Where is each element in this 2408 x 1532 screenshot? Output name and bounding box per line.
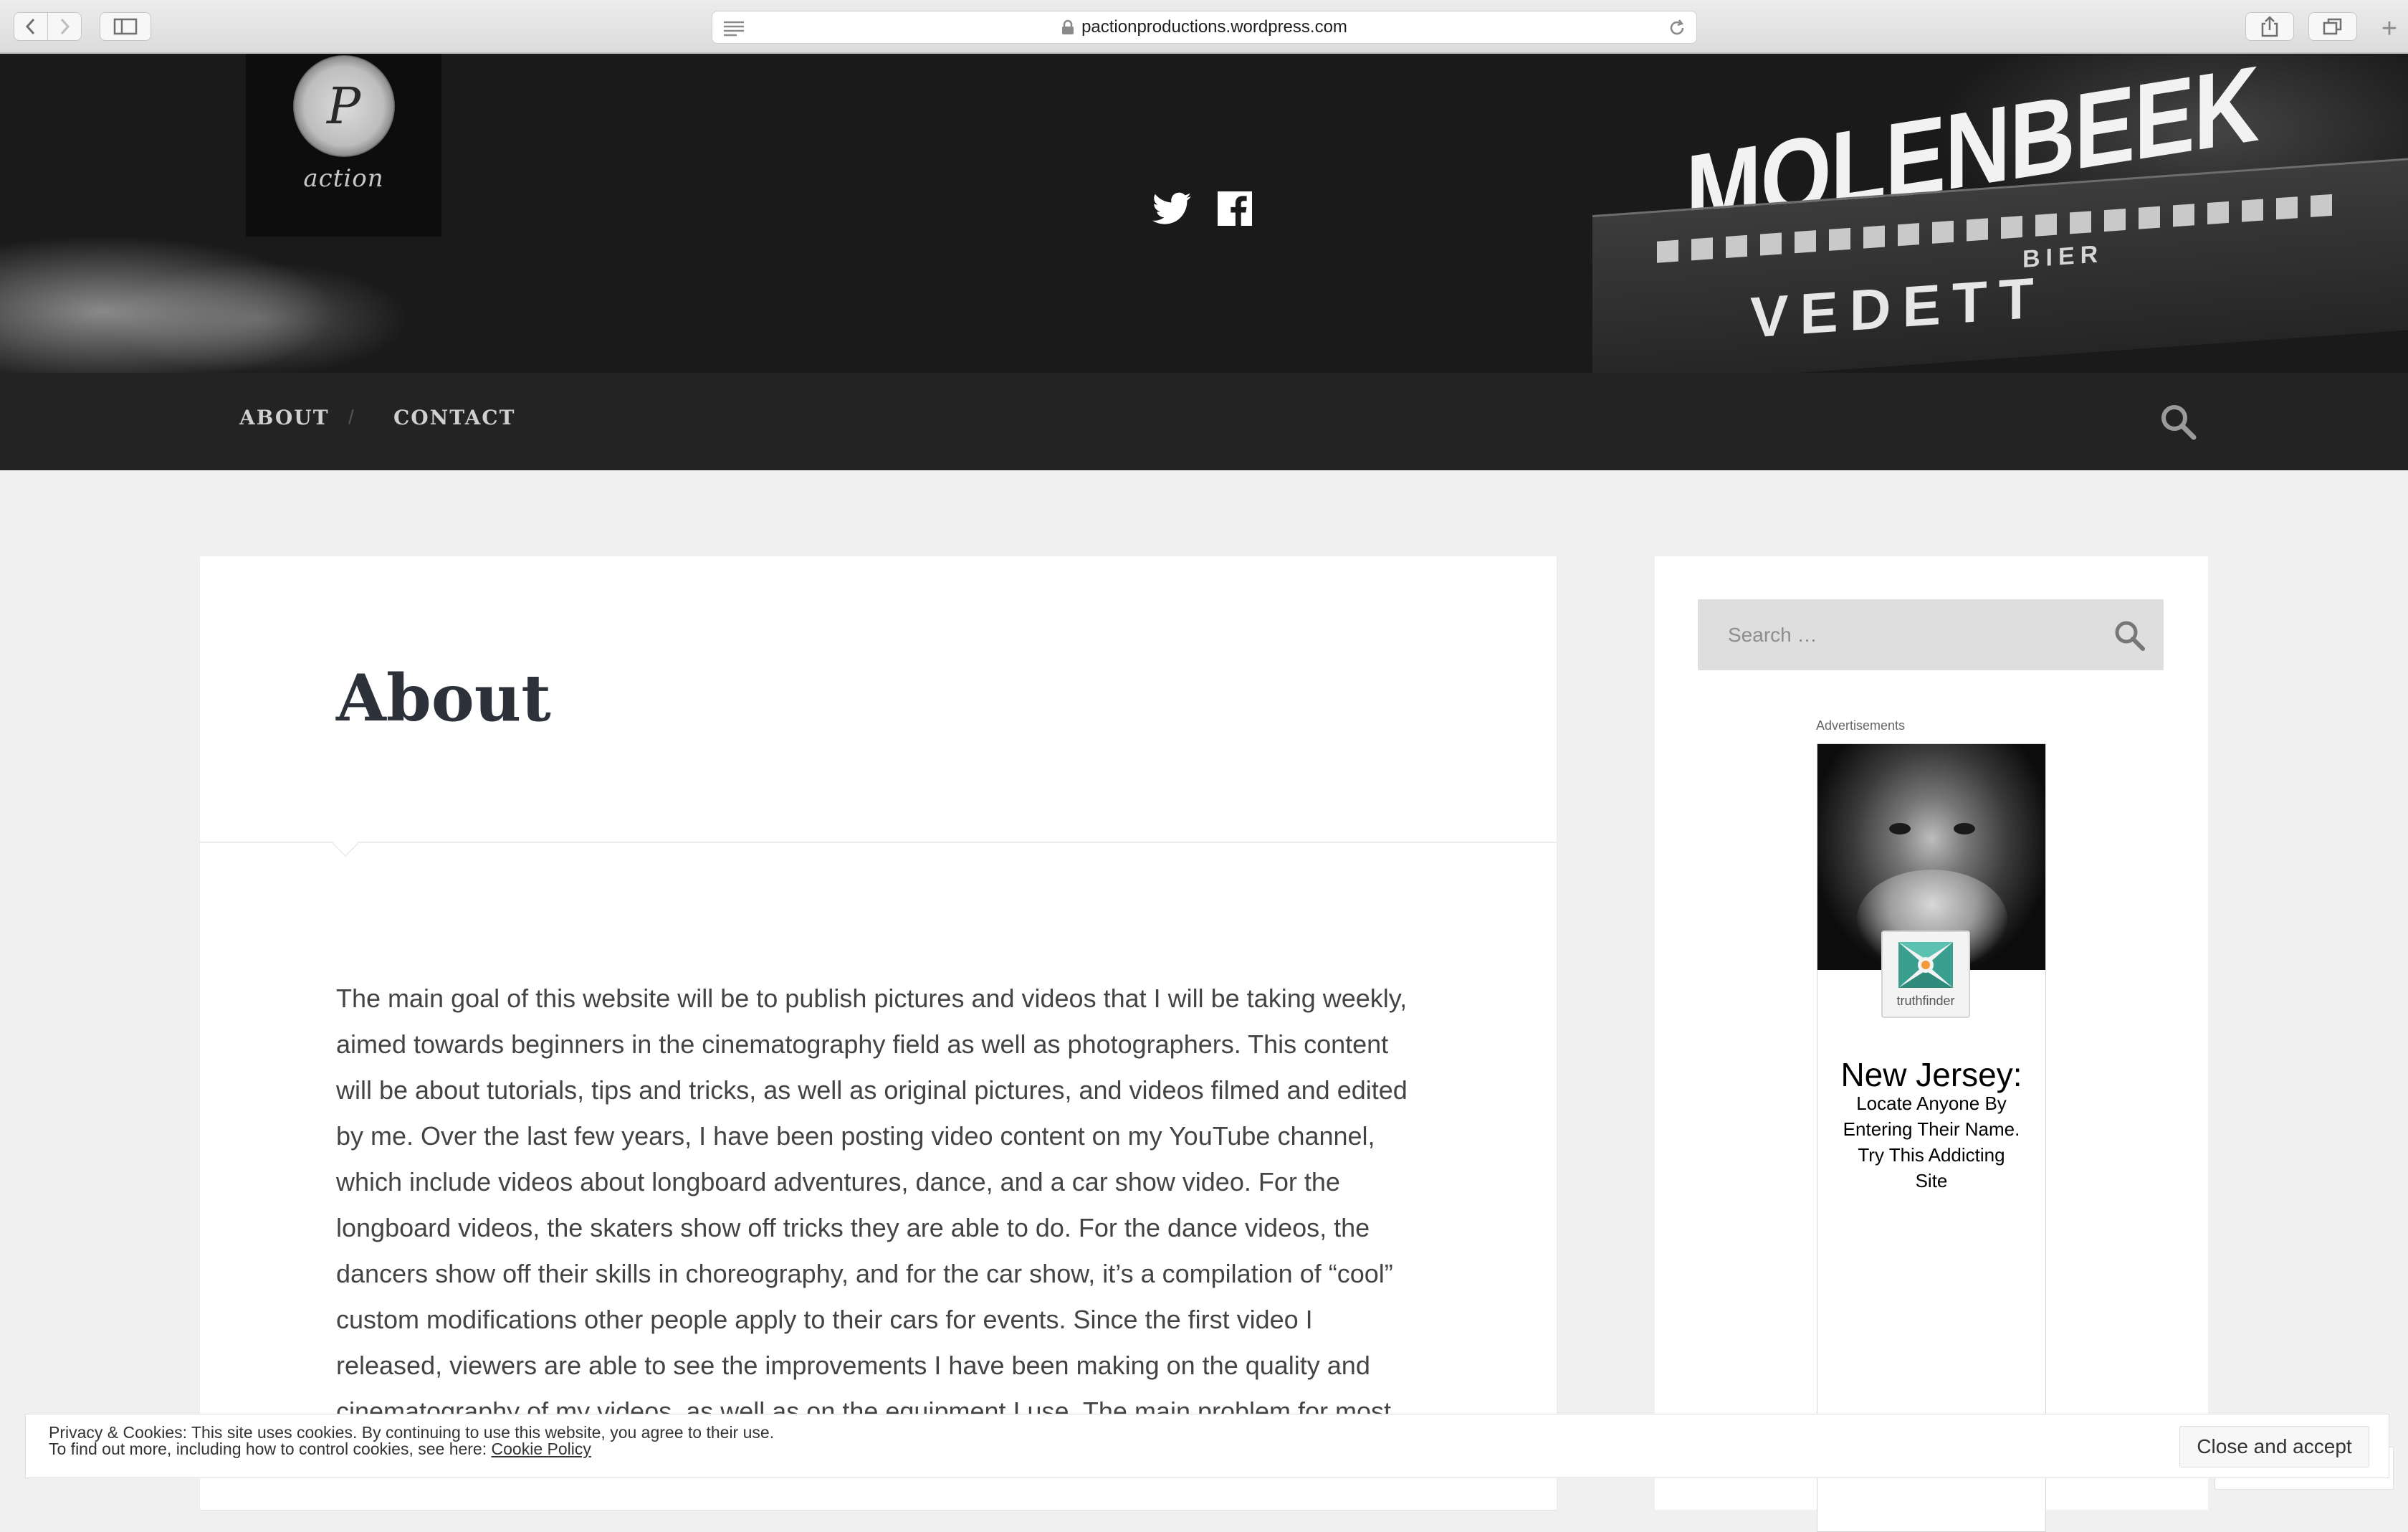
nav-item-contact[interactable]: CONTACT [393,406,515,429]
advertisements-label: Advertisements [1816,718,1906,733]
cookie-policy-link[interactable]: Cookie Policy [492,1440,591,1458]
address-bar[interactable]: pactionproductions.wordpress.com [712,11,1697,44]
cookie-text-more: To find out more, including how to contr… [49,1440,591,1459]
main-nav: ABOUT / CONTACT [0,373,2408,470]
sidebar-icon [113,18,138,35]
share-button[interactable] [2245,12,2294,41]
ad-heading: New Jersey: [1840,1056,2022,1093]
ad-body-line: Locate Anyone By [1856,1093,2007,1114]
chevron-left-icon [25,18,35,35]
logo-letter: P [326,77,361,135]
ad-body: Locate Anyone By Entering Their Name. Tr… [1832,1090,2031,1194]
tab-overview-button[interactable] [2308,12,2357,41]
sidebar-search [1698,599,2164,670]
ad-badge-text: truthfinder [1896,994,1955,1008]
building-windows [1657,194,2332,263]
logo-seal: P [292,55,395,157]
header-cloud [108,262,408,373]
url-text: pactionproductions.wordpress.com [1081,17,1347,37]
site-header: MOLENBEEK BIER VEDETT P action [0,54,2408,373]
sidebar: Advertisements truthfinder New Jersey: L… [1655,556,2208,1532]
share-icon [2261,16,2278,37]
divider [200,842,1557,843]
nav-separator: / [348,406,354,428]
truthfinder-logo-icon [1898,942,1953,988]
social-links [1152,191,1254,226]
browser-toolbar: pactionproductions.wordpress.com + [0,0,2408,54]
header-building-image: MOLENBEEK BIER VEDETT [1592,54,2408,373]
search-submit-icon[interactable] [2112,618,2146,652]
search-icon[interactable] [2158,401,2198,442]
divider-notch [332,830,359,857]
cookie-text-more-label: To find out more, including how to contr… [49,1440,487,1458]
article-card: About The main goal of this website will… [200,556,1557,1510]
logo-text: action [303,164,384,193]
ad-badge: truthfinder [1881,931,1970,1018]
show-sidebar-button[interactable] [100,12,151,41]
ad-body-line: Site [1915,1170,1948,1191]
vedett-sign: VEDETT [1750,265,2045,350]
chevron-right-icon [60,18,70,35]
address-text: pactionproductions.wordpress.com [712,11,1696,43]
ad-body-line: Entering Their Name. [1843,1118,2020,1140]
ad-photo-eyes [1889,823,1975,840]
article-body: The main goal of this website will be to… [336,984,1408,1472]
close-and-accept-button[interactable]: Close and accept [2179,1426,2369,1467]
twitter-icon[interactable] [1152,191,1191,226]
site-logo[interactable]: P action [246,54,441,237]
tabs-icon [2323,18,2342,35]
cookie-banner: Privacy & Cookies: This site uses cookie… [25,1414,2389,1478]
lock-icon [1062,19,1074,34]
nav-item-about[interactable]: ABOUT [239,406,330,429]
back-button[interactable] [14,12,48,41]
search-input[interactable] [1698,599,2099,670]
reload-icon[interactable] [1668,19,1686,37]
forward-button[interactable] [47,12,82,41]
page-title: About [336,660,551,736]
ad-body-line: Try This Addicting [1858,1144,2005,1166]
new-tab-button[interactable]: + [2374,14,2405,46]
facebook-icon[interactable] [1215,191,1254,226]
